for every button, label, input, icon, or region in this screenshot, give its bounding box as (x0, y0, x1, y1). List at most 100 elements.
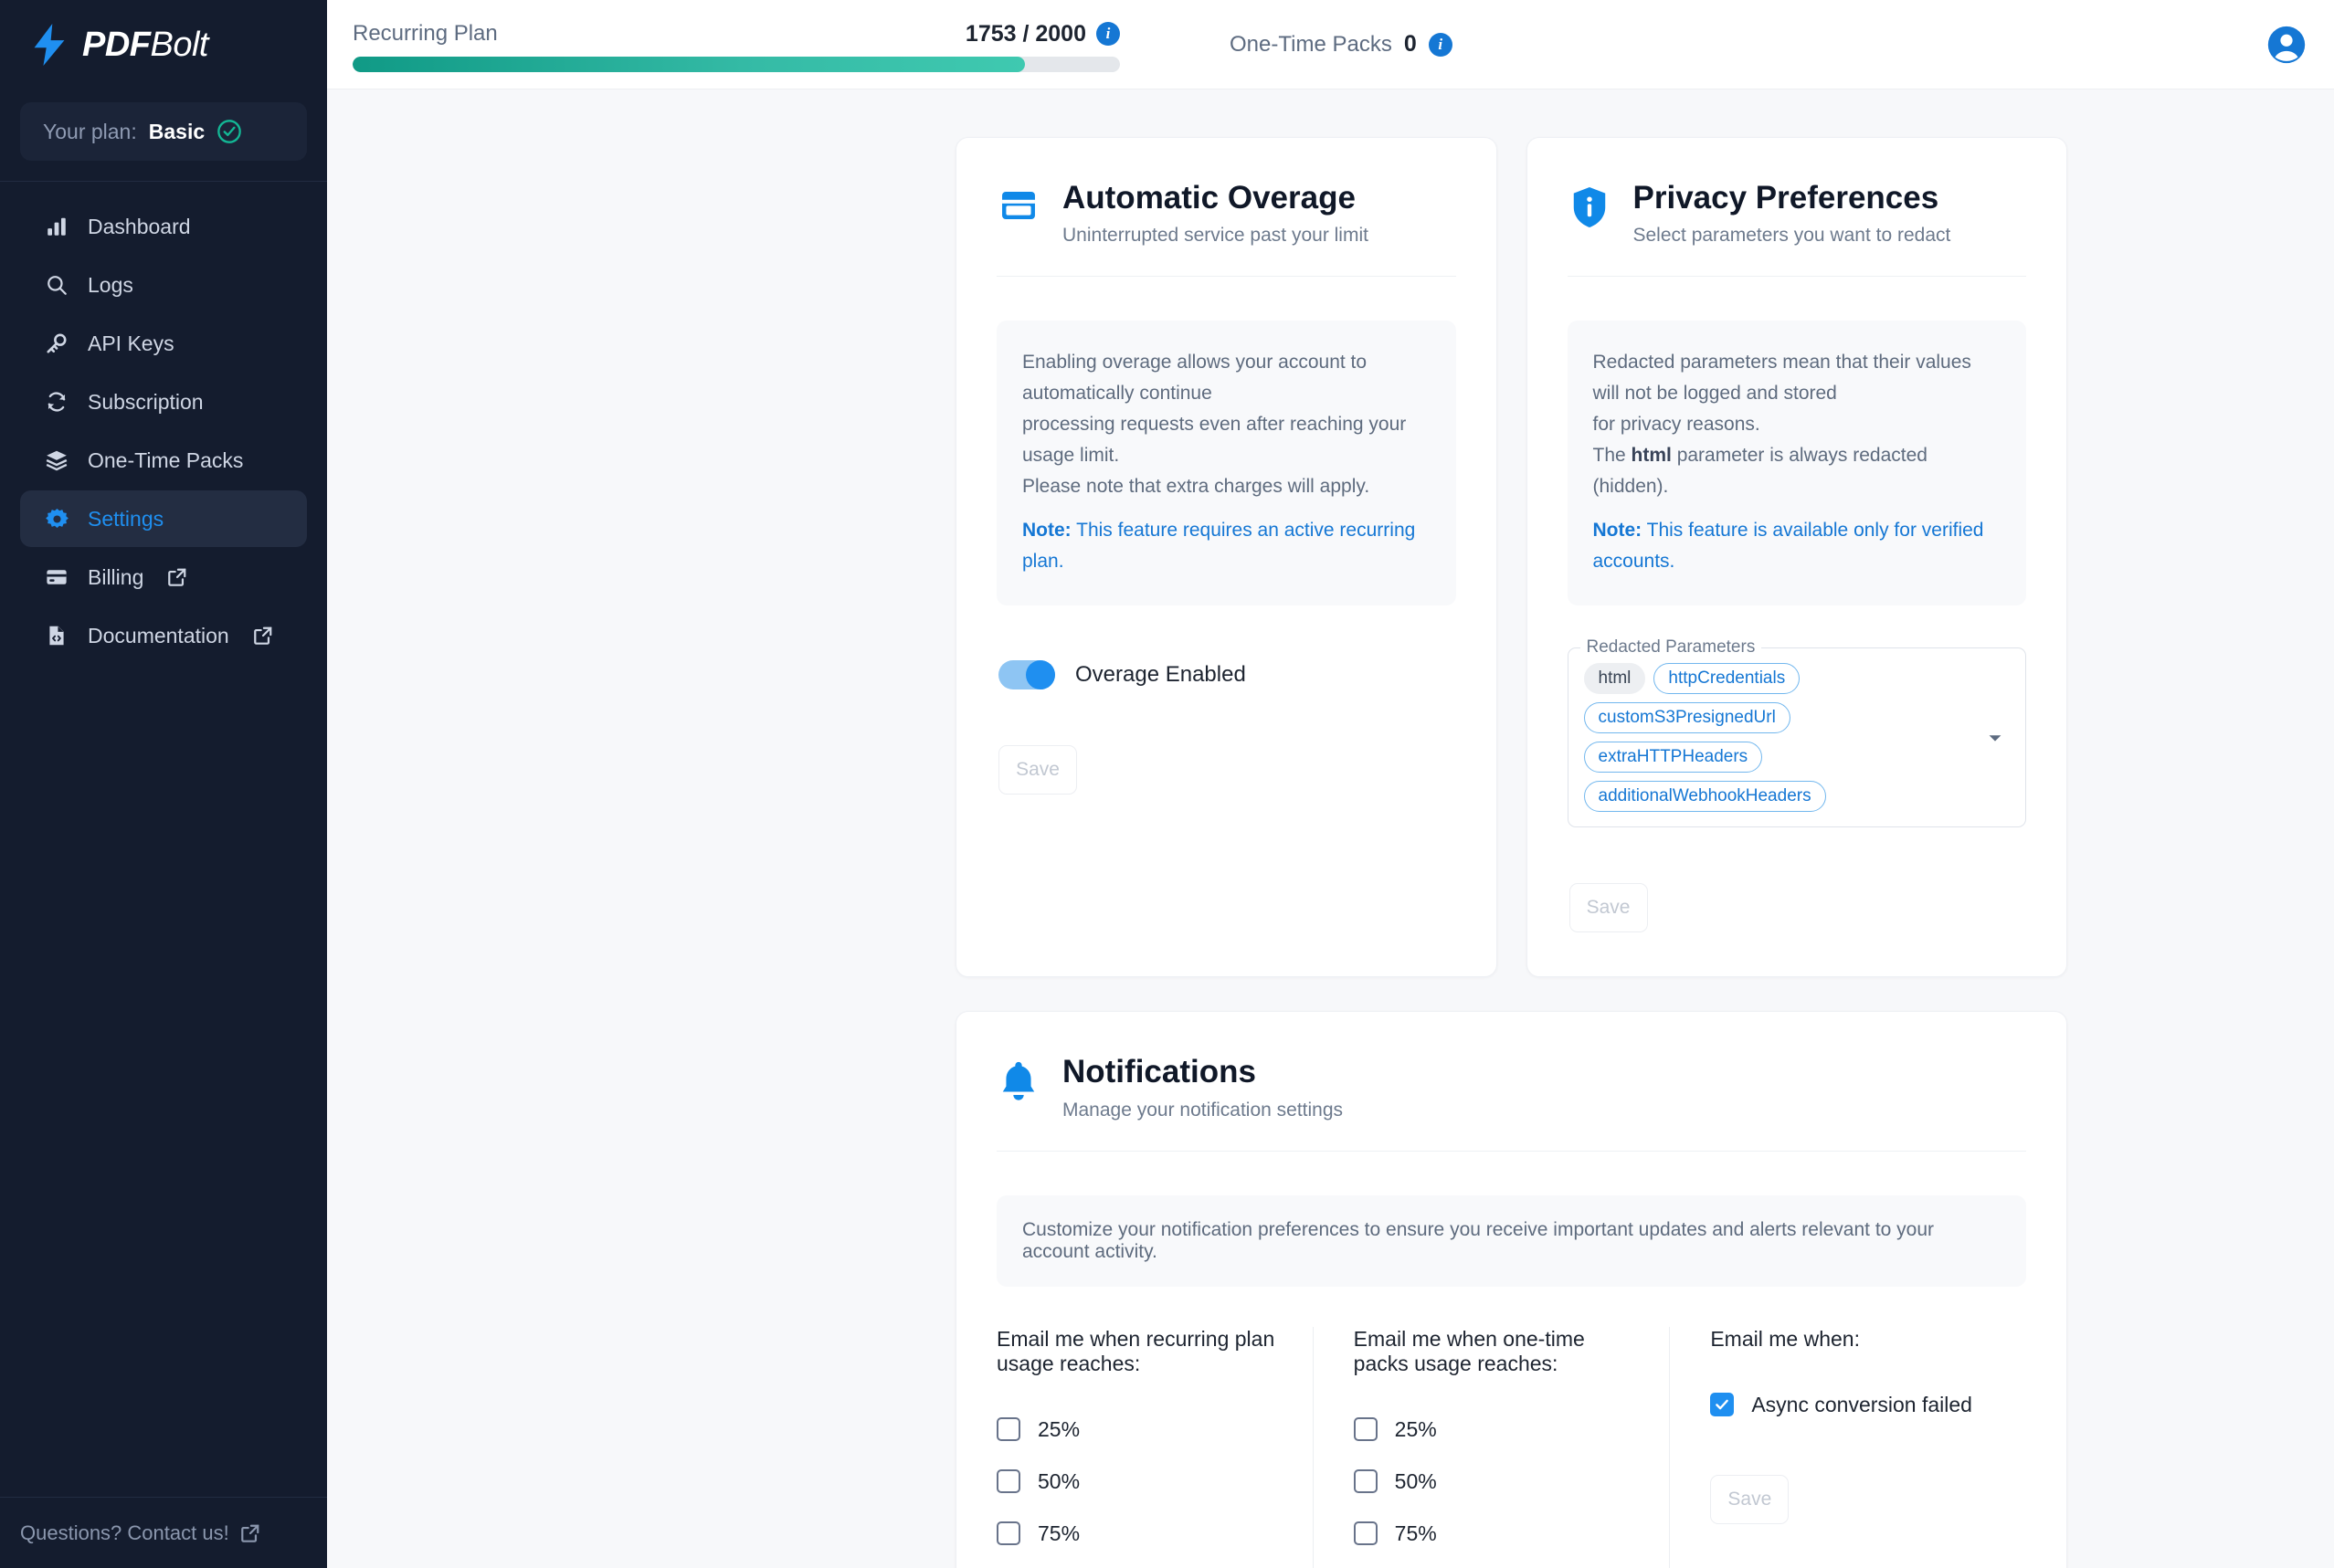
sidebar-item-label: Settings (88, 506, 164, 531)
checkbox-unchecked-icon[interactable] (997, 1417, 1020, 1442)
card-divider (1567, 276, 2026, 278)
chip-removable[interactable]: customS3PresignedUrl (1583, 702, 1790, 734)
sidebar-item-documentation[interactable]: Documentation (20, 607, 307, 664)
privacy-note-label: Note: (1592, 520, 1642, 542)
redacted-parameters-legend: Redacted Parameters (1579, 637, 1762, 658)
notification-checkbox-row[interactable]: 90% (997, 1560, 1276, 1568)
sidebar-item-label: API Keys (88, 331, 174, 355)
sidebar-item-one-time-packs[interactable]: One-Time Packs (20, 432, 307, 489)
chip-locked: html (1583, 663, 1646, 695)
search-icon (44, 272, 69, 298)
notification-checkbox-row[interactable]: 25% (1353, 1404, 1633, 1456)
brand-logo[interactable]: PDFBolt (0, 0, 327, 89)
notification-checkbox-row[interactable]: 90% (1354, 1560, 1633, 1568)
privacy-note: Note: This feature is available only for… (1593, 515, 2001, 577)
privacy-line3-param: html (1631, 445, 1672, 467)
one-time-packs-usage: One-Time Packs 0 i (1230, 31, 1452, 58)
notification-checkbox-row[interactable]: 25% (997, 1404, 1276, 1456)
overage-toggle[interactable] (998, 660, 1055, 690)
save-button[interactable]: Save (998, 745, 1077, 795)
notification-checkbox-row[interactable]: 50% (1353, 1456, 1633, 1508)
sidebar-divider (0, 181, 327, 182)
bar-chart-icon (44, 214, 69, 239)
contact-us-link[interactable]: Questions? Contact us! (0, 1497, 327, 1568)
one-time-packs-label: One-Time Packs (1230, 31, 1392, 57)
redacted-parameters-chips: html httpCredentials customS3PresignedUrl e… (1583, 663, 1970, 813)
notifications-row: Notifications Manage your notification s… (327, 977, 2334, 1568)
checkbox-label: 75% (1394, 1521, 1437, 1545)
redacted-parameters-field[interactable]: Redacted Parameters html httpCredentials c… (1567, 637, 2026, 828)
sidebar-item-settings[interactable]: Settings (20, 490, 307, 547)
info-icon[interactable]: i (1096, 22, 1120, 46)
notification-column-title: Email me when one-time packs usage reach… (1353, 1326, 1585, 1375)
checkbox-unchecked-icon[interactable] (1353, 1521, 1378, 1546)
privacy-preferences-card: Privacy Preferences Select parameters yo… (1526, 137, 2067, 978)
overage-toggle-row: Overage Enabled (998, 660, 1496, 690)
external-link-icon (168, 568, 186, 586)
privacy-info-line-3: The html parameter is always redacted (h… (1593, 440, 2001, 502)
user-avatar-icon[interactable] (2266, 25, 2307, 65)
sidebar-item-subscription[interactable]: Subscription (20, 374, 307, 430)
notification-checkbox-row[interactable]: Async conversion failed (1710, 1379, 1990, 1431)
sidebar-item-billing[interactable]: Billing (20, 549, 307, 605)
checkbox-unchecked-icon[interactable] (997, 1521, 1020, 1546)
usage-progress-bar (353, 56, 1120, 72)
card-title: Notifications (1062, 1054, 1256, 1090)
checkbox-label: 25% (1038, 1416, 1081, 1441)
overage-info-panel: Enabling overage allows your account to … (997, 321, 1456, 606)
file-code-icon (44, 623, 69, 648)
save-button[interactable]: Save (1710, 1474, 1790, 1524)
checkbox-unchecked-icon[interactable] (1353, 1469, 1378, 1494)
chip-removable[interactable]: additionalWebhookHeaders (1583, 781, 1826, 813)
info-icon[interactable]: i (1428, 32, 1452, 57)
key-icon (44, 331, 69, 356)
sidebar-item-label: Logs (88, 272, 133, 297)
recurring-plan-count: 1753 / 2000 (965, 20, 1086, 47)
overage-note-text: This feature requires an active recurrin… (1022, 520, 1416, 573)
checkbox-label: 50% (1038, 1468, 1081, 1493)
privacy-line3-pre: The (1592, 445, 1632, 467)
overage-note-label: Note: (1022, 520, 1072, 542)
main-area: Recurring Plan 1753 / 2000 i One-Time Pa… (327, 0, 2334, 1568)
card-subtitle: Uninterrupted service past your limit (1062, 225, 1368, 247)
checkbox-unchecked-icon[interactable] (997, 1469, 1020, 1494)
card-divider (997, 276, 1456, 278)
chip-removable[interactable]: httpCredentials (1653, 663, 1801, 695)
notification-column-title: Email me when: (1710, 1326, 1860, 1351)
notification-checkbox-row[interactable]: 75% (997, 1508, 1276, 1560)
overage-toggle-label: Overage Enabled (1075, 662, 1246, 688)
notifications-card: Notifications Manage your notification s… (956, 1011, 2067, 1568)
checkbox-checked-icon[interactable] (1710, 1393, 1735, 1417)
notification-checkbox-row[interactable]: 50% (997, 1456, 1276, 1508)
card-title: Privacy Preferences (1632, 180, 1939, 216)
brand-name: PDFBolt (82, 26, 208, 65)
overage-info-line-2: processing requests even after reaching … (1022, 414, 1407, 467)
overage-note: Note: This feature requires an active re… (1022, 515, 1431, 577)
notification-column: Email me when one-time packs usage reach… (1312, 1326, 1670, 1568)
notification-column: Email me when recurring plan usage reach… (997, 1327, 1313, 1568)
chevron-down-icon[interactable] (1985, 728, 2005, 748)
card-title: Automatic Overage (1062, 180, 1356, 216)
sidebar-item-label: Dashboard (88, 214, 191, 238)
sidebar-item-label: One-Time Packs (88, 447, 244, 472)
notification-checkbox-row[interactable]: 75% (1353, 1508, 1633, 1560)
sidebar-item-dashboard[interactable]: Dashboard (20, 198, 307, 255)
usage-progress-fill (353, 56, 1026, 72)
sidebar-item-logs[interactable]: Logs (20, 257, 307, 313)
save-button[interactable]: Save (1568, 883, 1648, 933)
notification-column-title: Email me when recurring plan usage reach… (997, 1326, 1275, 1375)
checkbox-label: 75% (1038, 1521, 1081, 1545)
checkbox-unchecked-icon[interactable] (1353, 1417, 1378, 1442)
plan-badge: Your plan: Basic (20, 102, 307, 161)
sidebar-item-api-keys[interactable]: API Keys (20, 315, 307, 372)
privacy-info-line-2: for privacy reasons. (1592, 414, 1760, 436)
card-divider (997, 1150, 2026, 1152)
contact-us-label: Questions? Contact us! (20, 1521, 229, 1544)
sidebar-item-label: Billing (88, 564, 144, 589)
chip-removable[interactable]: extraHTTPHeaders (1583, 742, 1763, 773)
credit-card-icon (44, 564, 69, 590)
credit-card-icon (998, 180, 1039, 230)
overage-info-line-1: Enabling overage allows your account to … (1022, 352, 1368, 405)
external-link-icon (240, 1524, 259, 1542)
brand-name-bold: PDF (82, 25, 151, 64)
